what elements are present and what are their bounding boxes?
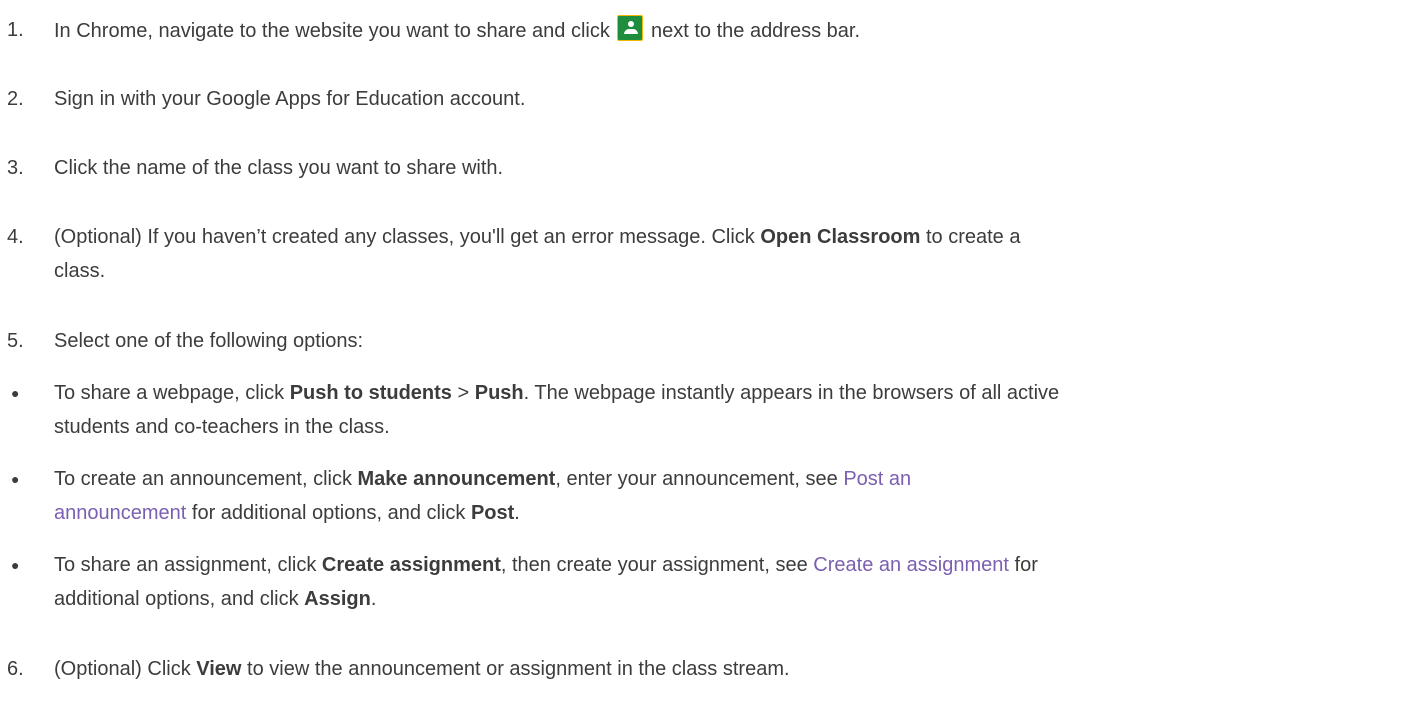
step-number: 1.	[7, 19, 24, 41]
text-fragment: To share a webpage, click	[54, 382, 285, 404]
ui-term: Assign	[304, 588, 371, 610]
text-fragment: , enter your announcement, see	[555, 468, 838, 490]
step-text: class.	[54, 260, 106, 282]
text-fragment: To share an assignment, click	[54, 554, 317, 576]
step-text: Click the name of the class you want to …	[54, 157, 504, 179]
ui-term: Create assignment	[321, 554, 501, 576]
separator: >	[457, 382, 470, 404]
step-number: 6.	[7, 658, 24, 680]
bullet: ●	[11, 385, 20, 401]
text-fragment: for additional options, and click	[191, 502, 466, 524]
option-text: additional options, and click Assign.	[54, 584, 1403, 614]
step-text: (Optional) If you haven’t created any cl…	[54, 222, 1403, 252]
text-fragment: .	[514, 502, 520, 524]
ui-term: Push	[474, 382, 524, 404]
option-text: To share an assignment, click Create ass…	[54, 550, 1403, 580]
ui-term: View	[196, 658, 242, 680]
post-announcement-link[interactable]: announcement	[54, 502, 186, 524]
step-text: (Optional) Click View to view the announ…	[54, 654, 1403, 684]
text-fragment: (Optional) If you haven’t created any cl…	[54, 226, 755, 248]
text-fragment: . The webpage instantly appears in the b…	[523, 382, 1060, 404]
text-fragment: for	[1014, 554, 1038, 576]
text-fragment: In Chrome, navigate to the website you w…	[54, 20, 610, 42]
option-text: announcement for additional options, and…	[54, 498, 1403, 528]
step-text: In Chrome, navigate to the website you w…	[54, 15, 1403, 46]
option-text: students and co-teachers in the class.	[54, 416, 390, 438]
option-text: To share a webpage, click Push to studen…	[54, 378, 1403, 408]
ui-term: Push to students	[289, 382, 452, 404]
bullet: ●	[11, 557, 20, 573]
text-fragment: To create an announcement, click	[54, 468, 352, 490]
create-assignment-link[interactable]: Create an assignment	[813, 554, 1009, 576]
instructions-document: 1. In Chrome, navigate to the website yo…	[0, 0, 1403, 716]
ui-term: Make announcement	[357, 468, 556, 490]
ui-term: Open Classroom	[760, 226, 921, 248]
google-classroom-icon	[617, 15, 644, 41]
text-fragment: to create a	[925, 226, 1021, 248]
step-number: 5.	[7, 330, 24, 352]
text-fragment: , then create your assignment, see	[500, 554, 808, 576]
step-number: 3.	[7, 157, 24, 179]
text-fragment: additional options, and click	[54, 588, 299, 610]
option-text: To create an announcement, click Make an…	[54, 464, 1403, 494]
step-number: 2.	[7, 88, 24, 110]
post-announcement-link[interactable]: Post an	[843, 468, 911, 490]
bullet: ●	[11, 471, 20, 487]
text-fragment: to view the announcement or assignment i…	[247, 658, 790, 680]
text-fragment: next to the address bar.	[650, 20, 861, 42]
step-text: Select one of the following options:	[54, 330, 364, 352]
ui-term: Post	[470, 502, 515, 524]
text-fragment: .	[370, 588, 377, 610]
text-fragment: (Optional) Click	[54, 658, 191, 680]
step-number: 4.	[7, 226, 24, 248]
step-text: Sign in with your Google Apps for Educat…	[54, 88, 526, 110]
